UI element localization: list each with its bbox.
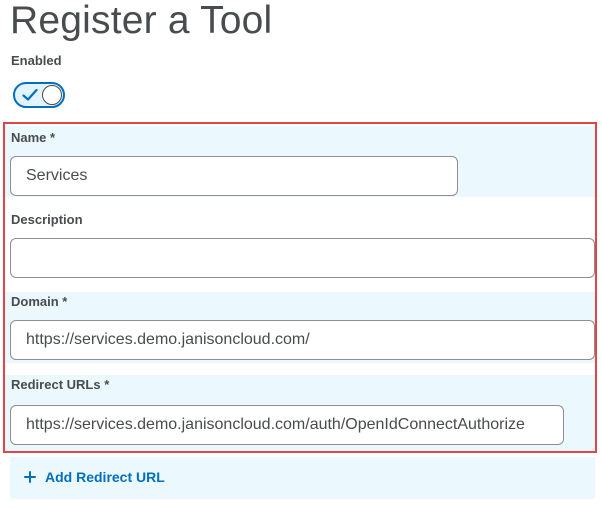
page-title: Register a Tool — [10, 0, 273, 42]
check-icon — [22, 88, 38, 101]
toggle-knob — [42, 85, 62, 105]
description-input[interactable] — [10, 238, 595, 278]
redirect-url-input[interactable] — [10, 405, 564, 445]
add-redirect-url-button[interactable]: Add Redirect URL — [24, 469, 165, 485]
plus-icon — [24, 471, 36, 483]
domain-label: Domain * — [11, 294, 68, 309]
redirect-urls-label: Redirect URLs * — [11, 377, 110, 392]
domain-input[interactable] — [10, 320, 595, 360]
description-label: Description — [11, 212, 83, 227]
enabled-toggle[interactable] — [13, 82, 65, 108]
name-label: Name * — [11, 130, 56, 145]
add-redirect-url-label: Add Redirect URL — [45, 469, 165, 485]
enabled-label: Enabled — [11, 53, 62, 68]
name-input[interactable] — [10, 156, 458, 196]
